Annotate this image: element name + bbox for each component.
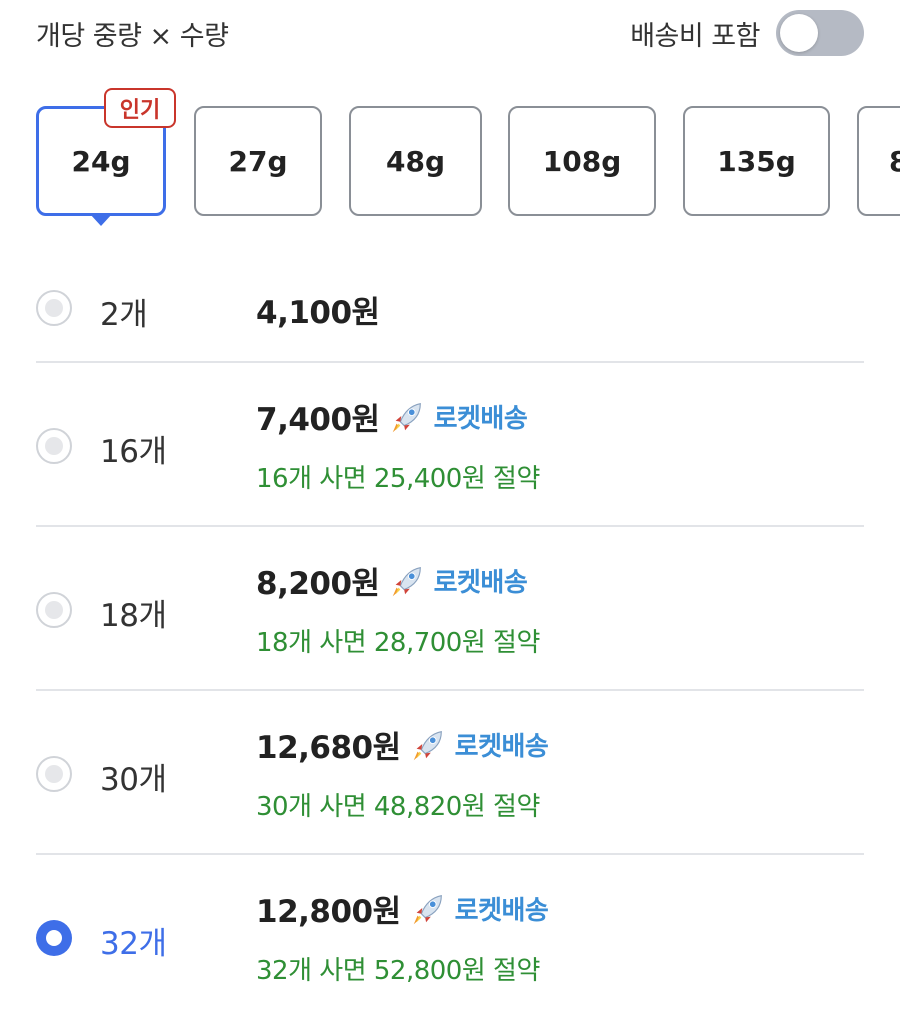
weight-tab-108g[interactable]: 108g	[508, 106, 656, 216]
radio-button-icon[interactable]	[36, 428, 72, 464]
option-price-line: 12,800원 로켓배송	[256, 886, 549, 931]
quantity-option-32[interactable]: 32개 12,800원 로켓배송 32개 사면 52,800원 절약	[36, 872, 864, 1002]
option-quantity: 2개	[100, 297, 148, 333]
shipping-toggle-row: 배송비 포함	[630, 10, 864, 56]
weight-tab-48g[interactable]: 48g	[349, 106, 482, 216]
radio-button-icon[interactable]	[36, 290, 72, 326]
rocket-icon	[413, 894, 442, 924]
divider	[36, 689, 864, 691]
shipping-toggle-switch[interactable]	[776, 10, 864, 56]
radio-button-icon[interactable]	[36, 592, 72, 628]
quantity-option-18[interactable]: 18개 8,200원 로켓배송 18개 사면 28,700원 절약	[36, 544, 864, 674]
popular-badge: 인기	[104, 88, 176, 128]
option-price-line: 4,100원	[256, 287, 380, 332]
selected-tab-pointer	[90, 214, 112, 226]
toggle-knob	[780, 14, 818, 52]
weight-tab-partial[interactable]: 8	[857, 106, 900, 216]
divider	[36, 525, 864, 527]
option-quantity: 18개	[100, 598, 167, 634]
option-quantity: 32개	[100, 926, 167, 962]
option-price: 12,680원	[256, 730, 401, 766]
option-selector: 개당 중량 × 수량 배송비 포함 인기 24g 27g 48g 108g 13…	[0, 0, 900, 1010]
option-price: 4,100원	[256, 295, 380, 331]
quantity-option-16[interactable]: 16개 7,400원 로켓배송 16개 사면 25,400원 절약	[36, 380, 864, 510]
radio-button-icon[interactable]	[36, 756, 72, 792]
option-price-line: 12,680원 로켓배송	[256, 722, 549, 767]
rocket-icon	[392, 566, 421, 596]
rocket-icon	[392, 402, 421, 432]
option-price: 8,200원	[256, 566, 380, 602]
divider	[36, 361, 864, 363]
weight-tab-27g[interactable]: 27g	[194, 106, 322, 216]
shipping-toggle-label: 배송비 포함	[630, 20, 760, 52]
section-title: 개당 중량 × 수량	[36, 21, 229, 52]
rocket-delivery-label: 로켓배송	[454, 732, 549, 762]
saving-text: 16개 사면 25,400원 절약	[256, 464, 540, 494]
divider	[36, 853, 864, 855]
option-quantity: 16개	[100, 434, 167, 470]
option-price-line: 7,400원 로켓배송	[256, 394, 528, 439]
rocket-delivery-label: 로켓배송	[433, 404, 528, 434]
rocket-delivery-label: 로켓배송	[454, 896, 549, 926]
saving-text: 30개 사면 48,820원 절약	[256, 792, 540, 822]
quantity-option-2[interactable]: 2개 4,100원	[36, 270, 864, 350]
option-quantity: 30개	[100, 762, 167, 798]
saving-text: 32개 사면 52,800원 절약	[256, 956, 540, 986]
rocket-delivery-label: 로켓배송	[433, 568, 528, 598]
option-price: 12,800원	[256, 894, 401, 930]
saving-text: 18개 사면 28,700원 절약	[256, 628, 540, 658]
option-price: 7,400원	[256, 402, 380, 438]
rocket-icon	[413, 730, 442, 760]
radio-button-icon[interactable]	[36, 920, 72, 956]
quantity-option-30[interactable]: 30개 12,680원 로켓배송 30개 사면 48,820원 절약	[36, 708, 864, 838]
weight-tab-135g[interactable]: 135g	[683, 106, 830, 216]
option-price-line: 8,200원 로켓배송	[256, 558, 528, 603]
